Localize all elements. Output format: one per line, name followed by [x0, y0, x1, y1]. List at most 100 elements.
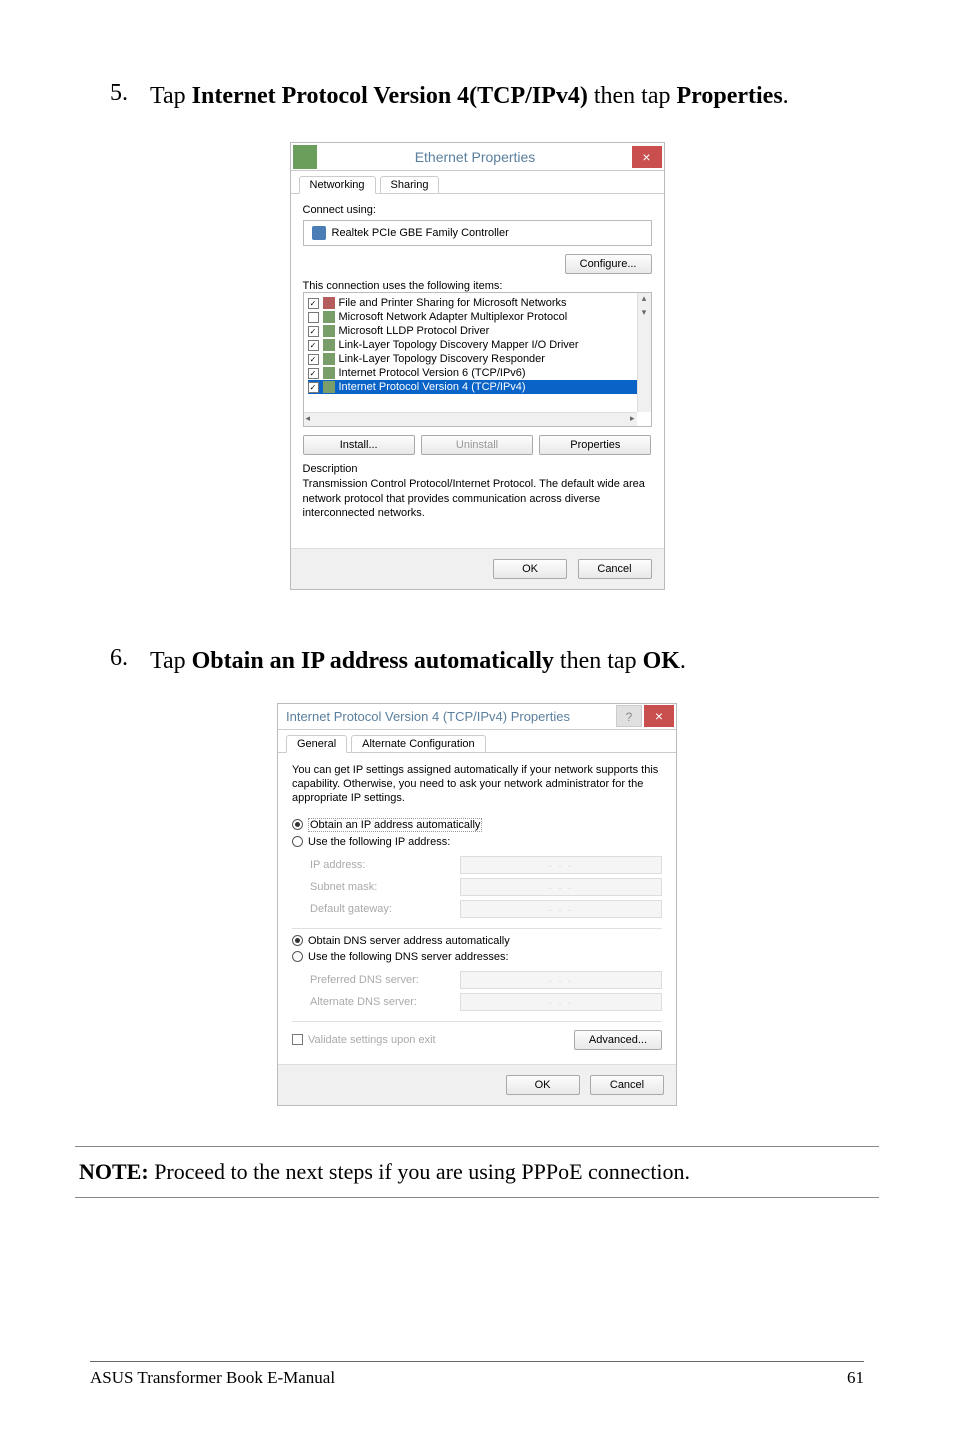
checkbox-icon[interactable]: [308, 368, 319, 379]
checkbox-icon[interactable]: [308, 340, 319, 351]
step-5-number: 5.: [90, 80, 150, 112]
ethernet-properties-dialog: Ethernet Properties × Networking Sharing…: [290, 142, 665, 590]
window-title: Ethernet Properties: [319, 149, 632, 165]
checkbox-icon[interactable]: [292, 1034, 303, 1045]
cancel-button[interactable]: Cancel: [590, 1075, 664, 1095]
protocol-icon: [323, 353, 335, 365]
protocol-icon: [323, 297, 335, 309]
separator: [292, 928, 662, 929]
footer-title: ASUS Transformer Book E-Manual: [90, 1368, 335, 1388]
tab-networking[interactable]: Networking: [299, 176, 376, 194]
protocol-icon: [323, 311, 335, 323]
radio-use-ip[interactable]: Use the following IP address:: [292, 834, 662, 850]
step-5: 5. Tap Internet Protocol Version 4(TCP/I…: [90, 80, 864, 112]
adapter-name: Realtek PCIe GBE Family Controller: [332, 227, 509, 239]
page-footer: ASUS Transformer Book E-Manual 61: [90, 1361, 864, 1388]
protocol-icon: [323, 325, 335, 337]
tabs: General Alternate Configuration: [278, 730, 676, 753]
description-text: Transmission Control Protocol/Internet P…: [303, 477, 652, 520]
dialog-footer: OK Cancel: [291, 548, 664, 589]
close-icon[interactable]: ×: [644, 705, 674, 727]
ipv4-properties-dialog: Internet Protocol Version 4 (TCP/IPv4) P…: [277, 703, 677, 1106]
default-gateway-field: Default gateway:. . .: [310, 898, 662, 920]
scroll-down-icon[interactable]: ▾: [638, 307, 651, 321]
radio-label: Use the following DNS server addresses:: [308, 951, 509, 963]
radio-icon[interactable]: [292, 836, 303, 847]
radio-label: Use the following IP address:: [308, 836, 450, 848]
checkbox-icon[interactable]: [308, 326, 319, 337]
subnet-mask-field: Subnet mask:. . .: [310, 876, 662, 898]
list-item[interactable]: Link-Layer Topology Discovery Responder: [308, 352, 647, 366]
vertical-scrollbar[interactable]: ▴▾: [637, 293, 651, 412]
list-item[interactable]: Microsoft LLDP Protocol Driver: [308, 324, 647, 338]
cancel-button[interactable]: Cancel: [578, 559, 652, 579]
advanced-button[interactable]: Advanced...: [574, 1030, 662, 1050]
items-label: This connection uses the following items…: [303, 280, 652, 292]
checkbox-icon[interactable]: [308, 382, 319, 393]
radio-label: Obtain an IP address automatically: [308, 818, 482, 832]
step-5-text: Tap Internet Protocol Version 4(TCP/IPv4…: [150, 80, 864, 112]
install-button[interactable]: Install...: [303, 435, 415, 455]
ip-address-field: IP address:. . .: [310, 854, 662, 876]
validate-label: Validate settings upon exit: [308, 1034, 436, 1046]
radio-icon[interactable]: [292, 819, 303, 830]
list-item[interactable]: Internet Protocol Version 6 (TCP/IPv6): [308, 366, 647, 380]
preferred-dns-field: Preferred DNS server:. . .: [310, 969, 662, 991]
alternate-dns-field: Alternate DNS server:. . .: [310, 991, 662, 1013]
titlebar: Internet Protocol Version 4 (TCP/IPv4) P…: [278, 704, 676, 730]
dialog-body: Connect using: Realtek PCIe GBE Family C…: [291, 194, 664, 548]
note-label: NOTE:: [79, 1159, 149, 1184]
step-6: 6. Tap Obtain an IP address automaticall…: [90, 645, 864, 677]
note-box: NOTE: Proceed to the next steps if you a…: [75, 1146, 879, 1198]
tab-general[interactable]: General: [286, 735, 347, 753]
separator: [292, 1021, 662, 1022]
tab-sharing[interactable]: Sharing: [380, 176, 440, 193]
step-6-number: 6.: [90, 645, 150, 677]
list-item[interactable]: File and Printer Sharing for Microsoft N…: [308, 296, 647, 310]
page-number: 61: [847, 1368, 864, 1388]
properties-button[interactable]: Properties: [539, 435, 651, 455]
ip-address-input: . . .: [460, 856, 662, 874]
connect-using-label: Connect using:: [303, 204, 652, 216]
horizontal-scrollbar[interactable]: ◂▸: [304, 412, 637, 426]
window-title: Internet Protocol Version 4 (TCP/IPv4) P…: [278, 709, 616, 724]
radio-obtain-dns-auto[interactable]: Obtain DNS server address automatically: [292, 933, 662, 949]
tab-alternate[interactable]: Alternate Configuration: [351, 735, 486, 752]
preferred-dns-input: . . .: [460, 971, 662, 989]
radio-label: Obtain DNS server address automatically: [308, 935, 510, 947]
tabs: Networking Sharing: [291, 171, 664, 194]
protocol-icon: [323, 381, 335, 393]
scroll-right-icon[interactable]: ▸: [630, 413, 635, 426]
default-gateway-input: . . .: [460, 900, 662, 918]
radio-obtain-ip-auto[interactable]: Obtain an IP address automatically: [292, 816, 662, 834]
help-icon[interactable]: ?: [616, 705, 642, 727]
protocol-icon: [323, 339, 335, 351]
checkbox-icon[interactable]: [308, 312, 319, 323]
configure-button[interactable]: Configure...: [565, 254, 652, 274]
radio-icon[interactable]: [292, 935, 303, 946]
protocol-icon: [323, 367, 335, 379]
list-item-selected[interactable]: Internet Protocol Version 4 (TCP/IPv4): [308, 380, 647, 394]
checkbox-icon[interactable]: [308, 354, 319, 365]
dialog-body: You can get IP settings assigned automat…: [278, 753, 676, 1064]
ok-button[interactable]: OK: [506, 1075, 580, 1095]
titlebar: Ethernet Properties ×: [291, 143, 664, 171]
radio-use-dns[interactable]: Use the following DNS server addresses:: [292, 949, 662, 965]
window-icon: [293, 145, 317, 169]
step-6-text: Tap Obtain an IP address automatically t…: [150, 645, 864, 677]
close-icon[interactable]: ×: [632, 146, 662, 168]
list-item[interactable]: Link-Layer Topology Discovery Mapper I/O…: [308, 338, 647, 352]
subnet-mask-input: . . .: [460, 878, 662, 896]
validate-checkbox-row[interactable]: Validate settings upon exit: [292, 1034, 436, 1046]
adapter-field: Realtek PCIe GBE Family Controller: [303, 220, 652, 246]
scroll-left-icon[interactable]: ◂: [306, 413, 311, 426]
items-list[interactable]: File and Printer Sharing for Microsoft N…: [303, 292, 652, 427]
dialog-footer: OK Cancel: [278, 1064, 676, 1105]
adapter-icon: [312, 226, 326, 240]
radio-icon[interactable]: [292, 951, 303, 962]
ok-button[interactable]: OK: [493, 559, 567, 579]
checkbox-icon[interactable]: [308, 298, 319, 309]
caption-text: You can get IP settings assigned automat…: [292, 763, 662, 806]
list-item[interactable]: Microsoft Network Adapter Multiplexor Pr…: [308, 310, 647, 324]
scroll-up-icon[interactable]: ▴: [638, 293, 651, 307]
